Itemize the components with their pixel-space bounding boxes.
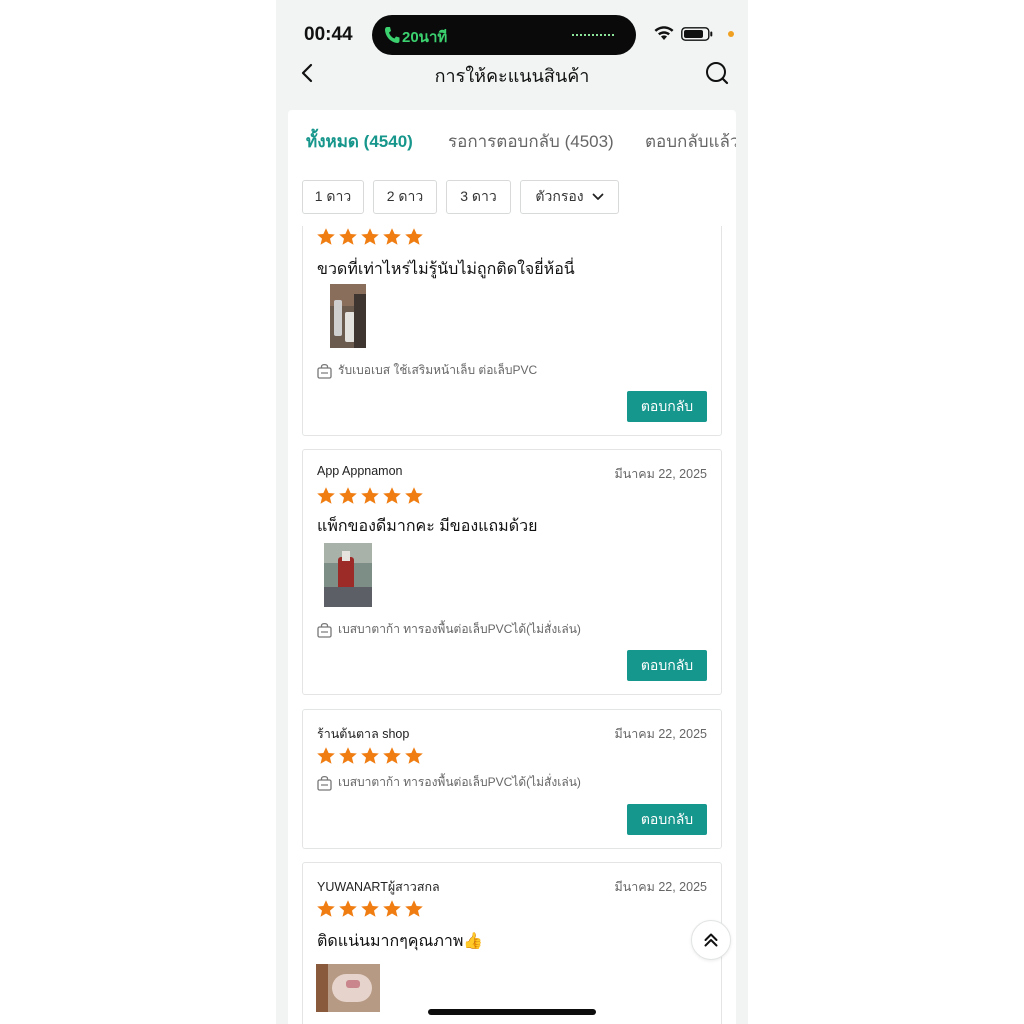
review-comment: ขวดที่เท่าไหร่ไม่รู้นับไม่ถูกติดใจยี่ห้อ… — [317, 261, 575, 278]
scroll-to-top-button[interactable] — [691, 920, 731, 960]
tab-all[interactable]: ทั้งหมด (4540) — [306, 128, 413, 155]
filter-dropdown-label: ตัวกรอง — [535, 188, 584, 204]
star-rating — [316, 899, 424, 919]
app-header: การให้คะแนนสินค้า — [276, 58, 748, 102]
review-photo[interactable] — [330, 284, 366, 348]
product-name: เบสบาตาก้า ทารองพื้นต่อเล็บPVCได้(ไม่สั่… — [338, 622, 581, 636]
review-list[interactable]: ขวดที่เท่าไหร่ไม่รู้นับไม่ถูกติดใจยี่ห้อ… — [288, 226, 736, 1024]
audio-wave-icon — [572, 34, 614, 37]
review-product: เบสบาตาก้า ทารองพื้นต่อเล็บPVCได้(ไม่สั่… — [317, 620, 581, 639]
star-icon — [317, 487, 335, 504]
star-icon — [317, 228, 335, 245]
star-icon — [361, 900, 379, 917]
reply-button[interactable]: ตอบกลับ — [627, 650, 707, 681]
reviewer-name: YUWANARTผู้สาวสกล — [317, 880, 440, 894]
wifi-icon — [654, 26, 674, 40]
filter-1-star-label: 1 ดาว — [314, 188, 352, 204]
star-icon — [339, 228, 357, 245]
review-date: มีนาคม 22, 2025 — [614, 880, 707, 894]
review-photo[interactable] — [324, 543, 372, 607]
filter-1-star[interactable]: 1 ดาว — [302, 180, 364, 214]
star-icon — [383, 900, 401, 917]
status-clock: 00:44 — [304, 24, 353, 45]
shopping-bag-icon — [317, 622, 332, 638]
star-icon — [361, 487, 379, 504]
tabs-filter-panel: ทั้งหมด (4540) รอการตอบกลับ (4503) ตอบกล… — [288, 110, 736, 230]
review-card: App Appnamon มีนาคม 22, 2025 แพ็กของดีมา… — [302, 449, 722, 695]
review-date: มีนาคม 22, 2025 — [614, 727, 707, 741]
star-icon — [405, 747, 423, 764]
status-bar: 00:44 20นาที — [276, 0, 748, 58]
star-rating — [316, 746, 424, 766]
review-date: มีนาคม 22, 2025 — [614, 467, 707, 481]
review-comment: แพ็กของดีมากคะ มีของแถมด้วย — [317, 518, 538, 535]
call-duration: 20นาที — [402, 29, 448, 46]
home-indicator[interactable] — [428, 1009, 596, 1015]
battery-icon — [681, 27, 713, 41]
review-card: YUWANARTผู้สาวสกล มีนาคม 22, 2025 ติดแน่… — [302, 862, 722, 1024]
tab-awaiting-reply[interactable]: รอการตอบกลับ (4503) — [448, 128, 614, 155]
filter-2-star-label: 2 ดาว — [386, 188, 424, 204]
reviewer-name: App Appnamon — [317, 464, 403, 478]
star-icon — [317, 747, 335, 764]
reviewer-name: ร้านต้นตาล shop — [317, 727, 410, 741]
star-icon — [383, 747, 401, 764]
filter-dropdown[interactable]: ตัวกรอง — [520, 180, 619, 214]
star-icon — [339, 487, 357, 504]
review-comment: ติดแน่นมากๆคุณภาพ👍 — [317, 933, 484, 950]
star-icon — [339, 900, 357, 917]
reply-button[interactable]: ตอบกลับ — [627, 391, 707, 422]
shopping-bag-icon — [317, 775, 332, 791]
review-tabs: ทั้งหมด (4540) รอการตอบกลับ (4503) ตอบกล… — [288, 126, 736, 166]
filter-2-star[interactable]: 2 ดาว — [373, 180, 437, 214]
reply-button[interactable]: ตอบกลับ — [627, 804, 707, 835]
review-product: เบสบาตาก้า ทารองพื้นต่อเล็บPVCได้(ไม่สั่… — [317, 773, 581, 792]
star-icon — [339, 747, 357, 764]
filter-3-star-label: 3 ดาว — [460, 188, 497, 204]
search-icon[interactable] — [704, 60, 730, 86]
star-icon — [405, 228, 423, 245]
star-icon — [383, 487, 401, 504]
star-icon — [317, 900, 335, 917]
chevron-down-icon — [592, 193, 603, 200]
review-card: ร้านต้นตาล shop มีนาคม 22, 2025 เบสบาตาก… — [302, 709, 722, 849]
phone-call-icon — [385, 27, 400, 43]
tab-replied[interactable]: ตอบกลับแล้ว — [645, 128, 736, 155]
phone-screen: 00:44 20นาที การให้คะแนนสินค้า ทั้งหมด (… — [276, 0, 748, 1024]
privacy-indicator-dot — [728, 31, 734, 37]
star-icon — [361, 228, 379, 245]
star-rating — [316, 227, 424, 247]
page-title: การให้คะแนนสินค้า — [434, 66, 590, 86]
star-icon — [405, 900, 423, 917]
shopping-bag-icon — [317, 363, 332, 379]
product-name: รับเบอเบส ใช้เสริมหน้าเล็บ ต่อเล็บPVC — [338, 363, 538, 377]
review-card: ขวดที่เท่าไหร่ไม่รู้นับไม่ถูกติดใจยี่ห้อ… — [302, 226, 722, 436]
star-icon — [361, 747, 379, 764]
star-icon — [383, 228, 401, 245]
star-rating — [316, 486, 424, 506]
review-product: รับเบอเบส ใช้เสริมหน้าเล็บ ต่อเล็บPVC — [317, 361, 537, 380]
double-chevron-up-icon — [704, 933, 718, 947]
filter-3-star[interactable]: 3 ดาว — [446, 180, 511, 214]
star-icon — [405, 487, 423, 504]
dynamic-island-call[interactable]: 20นาที — [372, 15, 636, 55]
product-name: เบสบาตาก้า ทารองพื้นต่อเล็บPVCได้(ไม่สั่… — [338, 775, 581, 789]
review-photo[interactable] — [316, 964, 380, 1012]
